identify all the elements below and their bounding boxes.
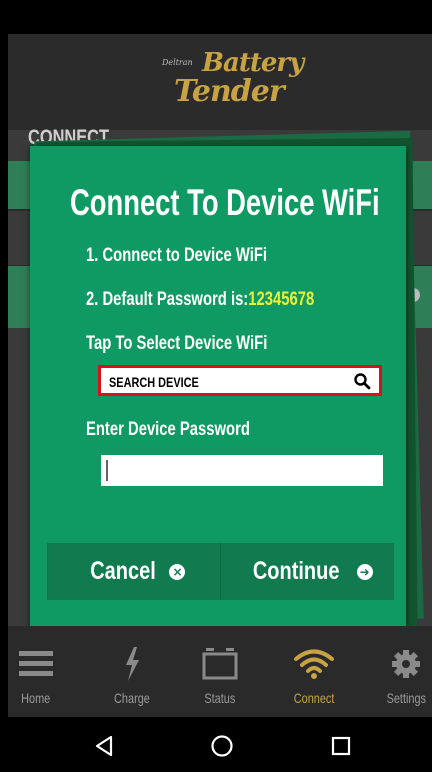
search-device-placeholder: SEARCH DEVICE — [109, 374, 224, 390]
connect-wifi-dialog: Connect To Device WiFi 1. Connect to Dev… — [30, 146, 406, 636]
dialog-title-text: Connect To Device WiFi — [70, 182, 380, 223]
app-header: Battery Tender Deltran — [8, 34, 432, 130]
menu-icon — [8, 646, 78, 682]
recents-button[interactable] — [326, 731, 356, 761]
search-icon[interactable] — [353, 372, 371, 390]
instruction-step1: 1. Connect to Device WiFi — [86, 245, 318, 267]
continue-label: Continue — [253, 557, 340, 585]
instruction-step2: 2. Default Password is:12345678 — [86, 289, 379, 311]
tab-charge-label: Charge — [114, 690, 150, 706]
lightning-icon — [90, 646, 174, 682]
step2-text: 2. Default Password is: — [86, 289, 249, 310]
password-label: Enter Device Password — [86, 419, 296, 441]
battery-icon — [178, 646, 262, 682]
back-button[interactable] — [89, 731, 119, 761]
app-screen: Battery Tender Deltran CONNECT › Connect… — [8, 34, 432, 717]
text-cursor — [106, 460, 108, 481]
search-device-placeholder-text: SEARCH DEVICE — [109, 374, 199, 390]
tab-connect[interactable]: Connect — [272, 626, 356, 717]
wifi-icon — [272, 646, 356, 682]
home-circle-icon — [211, 735, 233, 757]
default-password-value: 12345678 — [248, 289, 315, 310]
bottom-tab-bar: Home Charge Status Connect Settings — [8, 626, 432, 717]
arrow-right-circle-icon: ➜ — [356, 563, 373, 580]
select-wifi-label-text: Tap To Select Device WiFi — [86, 333, 268, 354]
gear-icon — [364, 646, 432, 682]
status-bar — [0, 0, 432, 34]
recents-square-icon — [331, 736, 351, 756]
tab-home-label: Home — [21, 690, 51, 706]
continue-button[interactable]: Continue ➜ — [221, 543, 394, 600]
search-device-field[interactable]: SEARCH DEVICE — [98, 365, 382, 396]
tab-status[interactable]: Status — [178, 626, 262, 717]
select-wifi-label: Tap To Select Device WiFi — [86, 333, 318, 355]
dialog-button-bar: Cancel × Continue ➜ — [47, 543, 394, 600]
tab-settings-label: Settings — [386, 690, 426, 706]
password-input[interactable] — [101, 455, 383, 486]
logo-text-tender: Tender — [174, 74, 285, 109]
tab-connect-label: Connect — [293, 690, 335, 706]
tab-home[interactable]: Home — [8, 626, 78, 717]
step1-text: 1. Connect to Device WiFi — [86, 245, 268, 266]
back-triangle-icon — [95, 735, 113, 757]
tab-status-label: Status — [204, 690, 236, 706]
android-nav-bar — [0, 717, 432, 772]
logo-text-deltran: Deltran — [162, 58, 193, 67]
home-button[interactable] — [207, 731, 237, 761]
tab-charge[interactable]: Charge — [90, 626, 174, 717]
dialog-title: Connect To Device WiFi — [70, 182, 432, 224]
close-circle-icon: × — [169, 563, 186, 580]
cancel-button[interactable]: Cancel × — [47, 543, 220, 600]
tab-settings[interactable]: Settings — [364, 626, 432, 717]
cancel-label: Cancel — [89, 557, 156, 585]
password-label-text: Enter Device Password — [86, 419, 250, 440]
